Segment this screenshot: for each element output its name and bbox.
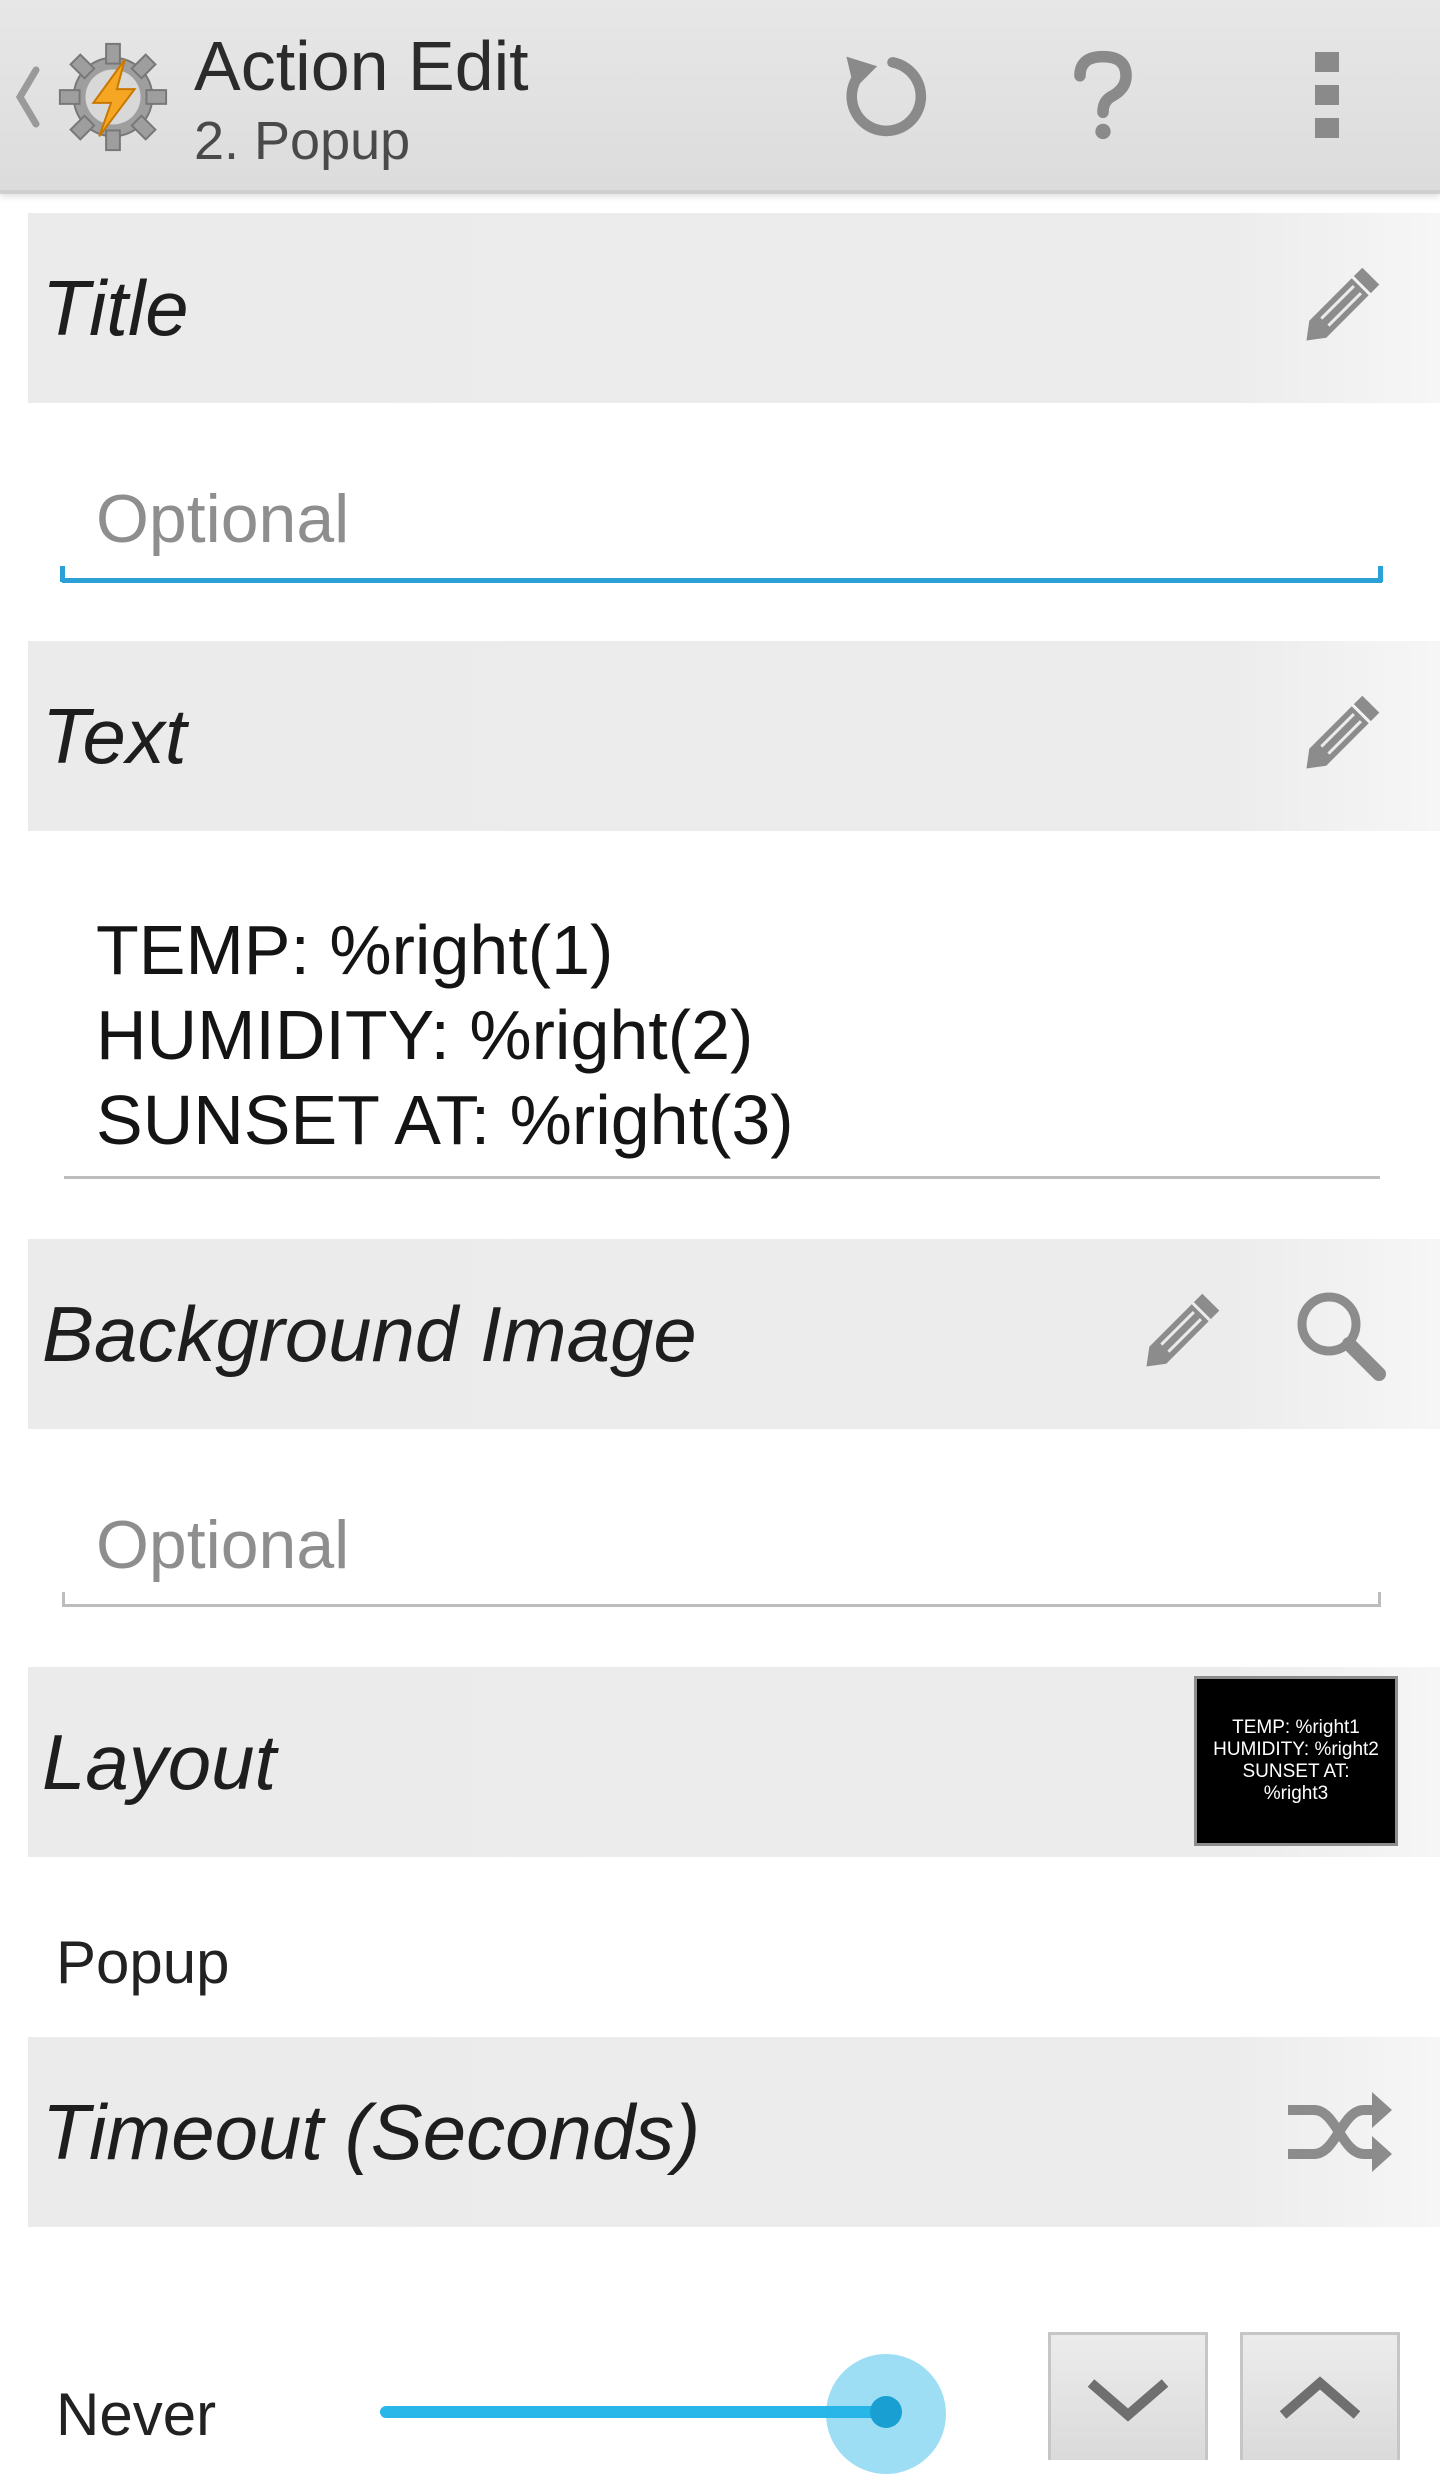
title-input-underline-left-tick (60, 566, 65, 582)
title-input-underline (62, 578, 1382, 583)
layout-preview-line: SUNSET AT: (1242, 1761, 1350, 1782)
search-icon[interactable] (1284, 1279, 1394, 1389)
text-line: HUMIDITY: %right(2) (96, 996, 754, 1074)
title-input[interactable]: Optional (96, 480, 349, 558)
app-bar-title: Action Edit (194, 27, 529, 105)
layout-preview-line: HUMIDITY: %right2 (1213, 1739, 1379, 1760)
overflow-menu-icon[interactable] (1272, 40, 1382, 150)
pencil-icon[interactable] (1284, 681, 1394, 791)
timeout-section-label: Timeout (Seconds) (42, 2088, 701, 2176)
decrement-button[interactable] (1048, 2332, 1208, 2460)
background-image-section-label: Background Image (42, 1290, 697, 1378)
app-bar-subtitle: 2. Popup (194, 111, 411, 171)
pencil-icon[interactable] (1124, 1279, 1234, 1389)
text-input-underline (64, 1176, 1380, 1179)
bg-underline-left-tick (62, 1592, 65, 1607)
chevron-left-icon[interactable] (12, 62, 42, 132)
chevron-down-icon (1087, 2378, 1169, 2422)
timeout-slider-track[interactable] (380, 2406, 890, 2418)
layout-preview-thumbnail[interactable]: TEMP: %right1 HUMIDITY: %right2 SUNSET A… (1194, 1676, 1398, 1846)
timeout-section-header: Timeout (Seconds) (28, 2037, 1440, 2227)
background-image-input[interactable]: Optional (96, 1506, 349, 1584)
text-line: SUNSET AT: %right(3) (96, 1081, 794, 1159)
timeout-value: Never (56, 2381, 217, 2448)
bg-underline-right-tick (1378, 1592, 1381, 1607)
tasker-app-icon[interactable] (54, 38, 172, 156)
pencil-icon[interactable] (1284, 253, 1394, 363)
title-section-label: Title (42, 264, 189, 352)
text-line: TEMP: %right(1) (96, 911, 614, 989)
timeout-slider-thumb[interactable] (870, 2396, 902, 2428)
layout-preview-line: TEMP: %right1 (1232, 1717, 1360, 1738)
background-image-section-header: Background Image (28, 1239, 1440, 1429)
title-input-underline-right-tick (1378, 566, 1383, 582)
text-section-header: Text (28, 641, 1440, 831)
background-image-input-underline (64, 1604, 1380, 1607)
increment-button[interactable] (1240, 2332, 1400, 2460)
chevron-up-icon (1279, 2375, 1361, 2419)
undo-icon[interactable] (826, 40, 936, 150)
app-bar: Action Edit 2. Popup (0, 0, 1440, 194)
text-input[interactable]: TEMP: %right(1) HUMIDITY: %right(2) SUNS… (96, 908, 794, 1163)
layout-value[interactable]: Popup (56, 1928, 230, 1997)
layout-section-label: Layout (42, 1718, 277, 1806)
shuffle-icon[interactable] (1284, 2077, 1394, 2187)
text-section-label: Text (42, 692, 187, 780)
title-section-header: Title (28, 213, 1440, 403)
help-icon[interactable] (1048, 40, 1158, 150)
layout-preview-line: %right3 (1263, 1783, 1329, 1804)
